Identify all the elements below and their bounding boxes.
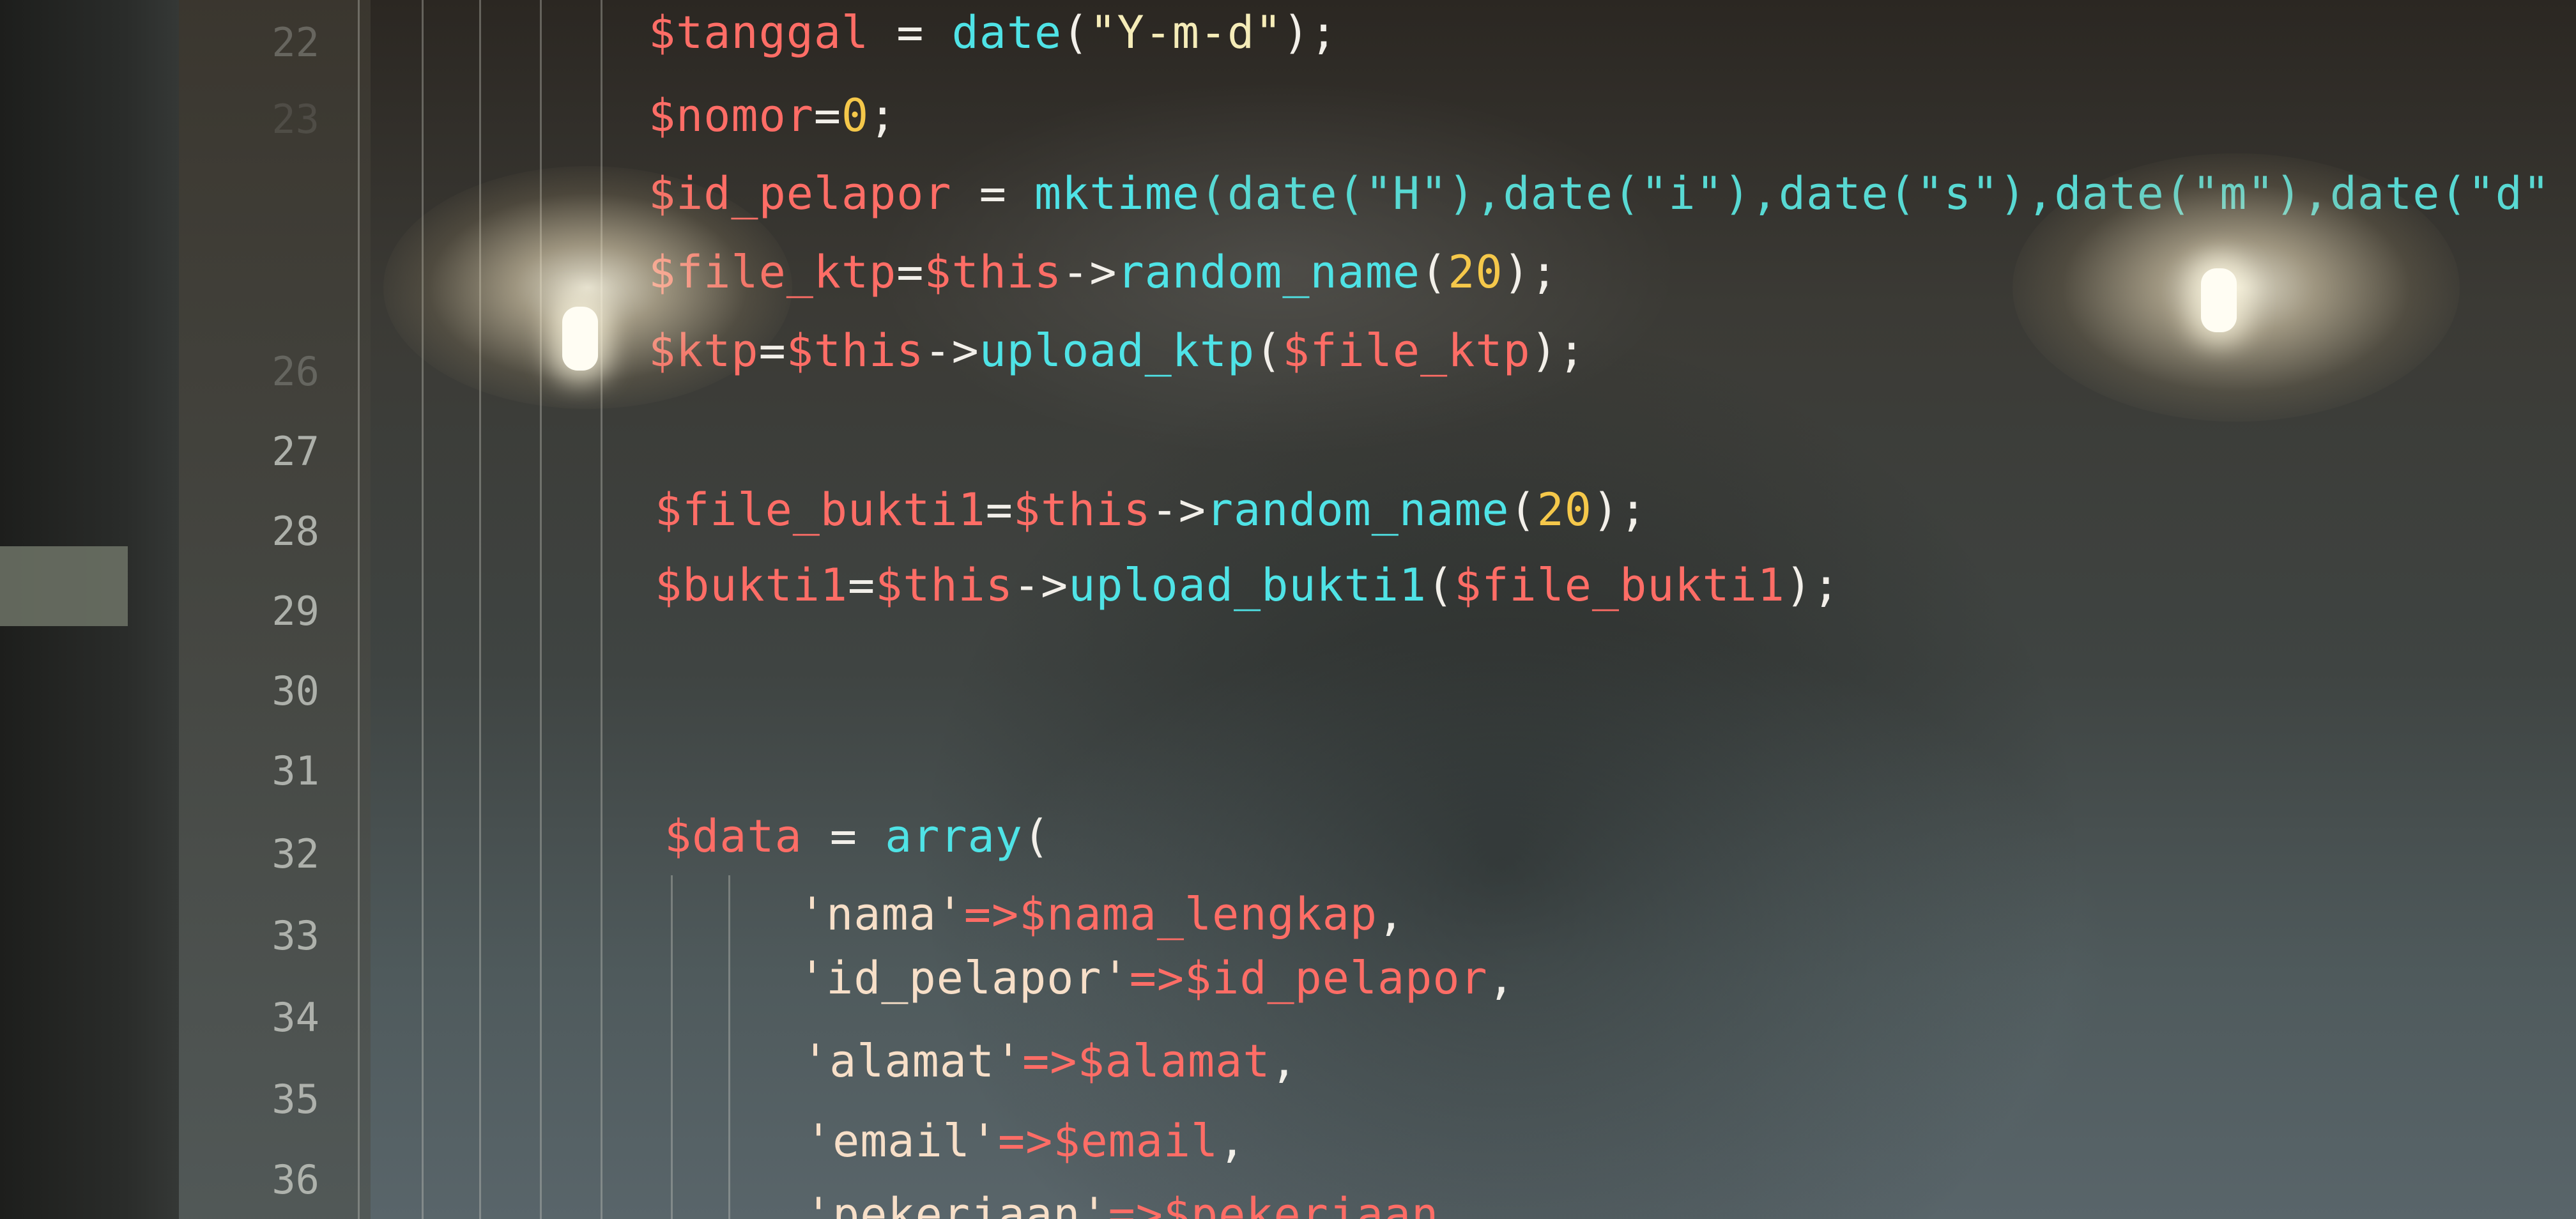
code-line: 'id_pelapor'=>$id_pelapor, <box>799 952 1515 1004</box>
operator-token: = <box>813 89 842 142</box>
arrow-token: => <box>1108 1188 1163 1219</box>
function-token: upload_ktp <box>979 325 1255 377</box>
punctuation-token: ( <box>1509 484 1537 536</box>
variable-token: $file_bukti1 <box>655 484 986 536</box>
argument-token: $file_ktp <box>1282 325 1531 377</box>
variable-token: $email <box>1053 1115 1219 1167</box>
arrow-token: -> <box>924 325 979 377</box>
punctuation-token: , <box>1377 888 1406 940</box>
code-line: $nomor=0; <box>648 89 896 142</box>
code-line: 'alamat'=>$alamat, <box>802 1035 1298 1087</box>
array-key-token: 'alamat' <box>802 1035 1023 1087</box>
punctuation-token: ( <box>1427 559 1455 611</box>
punctuation-token: ( <box>1420 246 1448 298</box>
punctuation-token: ); <box>1591 484 1648 536</box>
number-token: 20 <box>1537 484 1592 536</box>
punctuation-token: , <box>1439 1188 1467 1219</box>
argument-token: $file_bukti1 <box>1454 559 1785 611</box>
arrow-token: -> <box>1062 246 1117 298</box>
variable-token: $nama_lengkap <box>1019 888 1378 940</box>
arrow-token: => <box>963 888 1020 940</box>
function-token: random_name <box>1206 484 1510 536</box>
array-key-token: 'id_pelapor' <box>799 952 1130 1004</box>
arrow-token: -> <box>1013 559 1069 611</box>
variable-token: $tanggal <box>648 6 870 59</box>
code-line: $id_pelapor = mktime(date("H"),date("i")… <box>648 167 2550 220</box>
this-token: $this <box>924 246 1062 298</box>
lamp-bulb-reflection <box>2201 268 2237 332</box>
arrow-token: => <box>998 1115 1054 1167</box>
operator-token: = <box>985 484 1013 536</box>
code-line: $file_ktp=$this->random_name(20); <box>648 246 1558 298</box>
function-token: date <box>951 6 1062 59</box>
code-line: $data = array( <box>664 810 1050 862</box>
variable-token: $pekerjaan <box>1163 1188 1439 1219</box>
this-token: $this <box>875 559 1013 611</box>
array-key-token: 'pekerjaan' <box>805 1188 1108 1219</box>
operator-token: = <box>896 246 924 298</box>
function-token: array <box>885 810 1023 862</box>
variable-token: $alamat <box>1077 1035 1271 1087</box>
code-line: 'email'=>$email, <box>805 1115 1246 1167</box>
code-area[interactable]: $tanggal = date("Y-m-d"); $nomor=0; $id_… <box>0 0 2576 1219</box>
variable-token: $ktp <box>648 325 759 377</box>
punctuation-token: ); <box>1784 559 1841 611</box>
operator-token: = <box>802 810 885 862</box>
code-line: $bukti1=$this->upload_bukti1($file_bukti… <box>655 559 1840 611</box>
arrow-token: -> <box>1151 484 1206 536</box>
variable-token: $bukti1 <box>655 559 848 611</box>
punctuation-token: ); <box>1503 246 1558 298</box>
punctuation-token: ( <box>1255 325 1283 377</box>
arrow-token: => <box>1022 1035 1078 1087</box>
this-token: $this <box>786 325 924 377</box>
operator-token: = <box>848 559 876 611</box>
code-line: $ktp=$this->upload_ktp($file_ktp); <box>648 325 1586 377</box>
function-token: upload_bukti1 <box>1068 559 1427 611</box>
code-line: $file_bukti1=$this->random_name(20); <box>655 484 1647 536</box>
punctuation-token: ( <box>1022 810 1051 862</box>
punctuation-token: ( <box>1062 6 1090 59</box>
lamp-bulb-reflection <box>562 307 598 371</box>
array-key-token: 'email' <box>805 1115 999 1167</box>
number-token: 0 <box>841 89 870 142</box>
variable-token: $id_pelapor <box>1184 952 1488 1004</box>
punctuation-token: ; <box>869 89 897 142</box>
punctuation-token: , <box>1218 1115 1246 1167</box>
code-editor-screen: 22 23 24 25 26 27 28 29 30 31 32 33 34 3… <box>0 0 2576 1219</box>
function-token: random_name <box>1117 246 1421 298</box>
punctuation-token: , <box>1487 952 1515 1004</box>
punctuation-token: ); <box>1530 325 1586 377</box>
variable-token: $nomor <box>648 89 814 142</box>
number-token: 20 <box>1448 246 1503 298</box>
operator-token: = <box>758 325 786 377</box>
this-token: $this <box>1013 484 1151 536</box>
code-line: 'pekerjaan'=>$pekerjaan, <box>805 1188 1466 1219</box>
string-token: "Y-m-d" <box>1089 6 1283 59</box>
operator-token: = <box>869 6 952 59</box>
variable-token: $id_pelapor <box>648 167 952 220</box>
arrow-token: => <box>1129 952 1185 1004</box>
array-key-token: 'nama' <box>799 888 964 940</box>
function-token: mktime <box>1034 167 1200 220</box>
arguments-token: (date("H"),date("i"),date("s"),date("m")… <box>1199 167 2550 220</box>
code-line: 'nama'=>$nama_lengkap, <box>799 888 1405 940</box>
variable-token: $file_ktp <box>648 246 897 298</box>
punctuation-token: , <box>1270 1035 1298 1087</box>
operator-token: = <box>951 167 1035 220</box>
code-line: $tanggal = date("Y-m-d"); <box>648 6 1338 59</box>
punctuation-token: ); <box>1282 6 1338 59</box>
variable-token: $data <box>664 810 802 862</box>
